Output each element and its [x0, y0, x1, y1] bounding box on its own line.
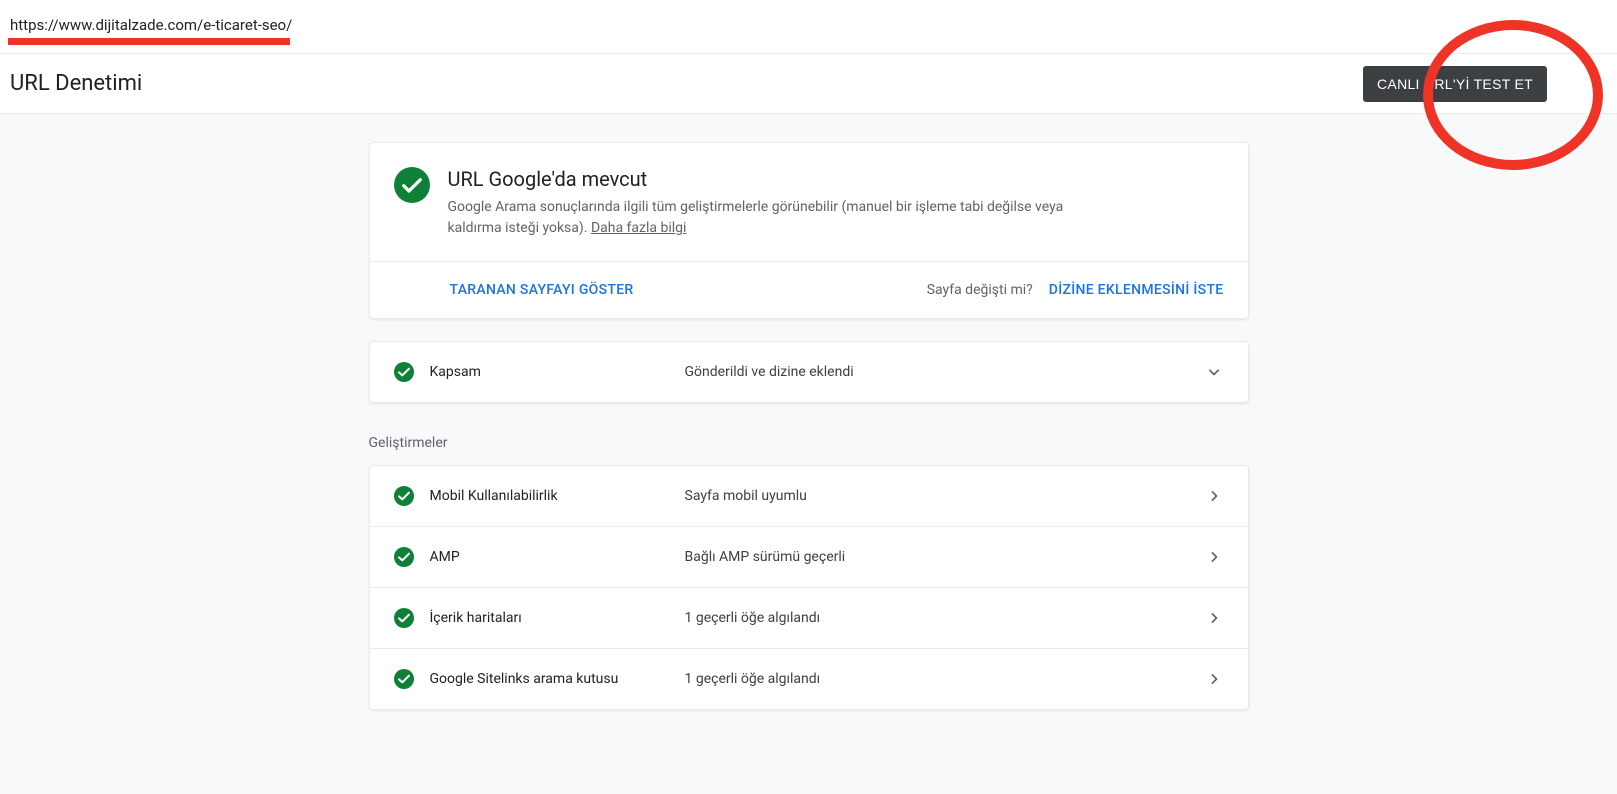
coverage-card[interactable]: Kapsam Gönderildi ve dizine eklendi: [369, 341, 1249, 403]
status-text-block: URL Google'da mevcut Google Arama sonuçl…: [448, 167, 1088, 239]
page-changed-label: Sayfa değişti mi?: [927, 282, 1033, 298]
status-card: URL Google'da mevcut Google Arama sonuçl…: [369, 142, 1249, 319]
status-card-top: URL Google'da mevcut Google Arama sonuçl…: [370, 143, 1248, 261]
enhancement-value: Sayfa mobil uyumlu: [685, 488, 1204, 504]
test-live-url-button[interactable]: CANLI URL'Yİ TEST ET: [1363, 66, 1547, 102]
enhancement-label: AMP: [430, 549, 685, 565]
enhancements-section-label: Geliştirmeler: [369, 435, 1249, 451]
enhancement-label: İçerik haritaları: [430, 610, 685, 626]
status-description: Google Arama sonuçlarında ilgili tüm gel…: [448, 197, 1088, 239]
status-card-actions: TARANAN SAYFAYI GÖSTER Sayfa değişti mi?…: [370, 261, 1248, 318]
enhancement-row[interactable]: AMP Bağlı AMP sürümü geçerli: [370, 526, 1248, 587]
coverage-label: Kapsam: [430, 364, 685, 380]
check-circle-icon: [394, 362, 414, 382]
request-indexing-button[interactable]: DİZİNE EKLENMESİNİ İSTE: [1049, 282, 1224, 298]
status-description-text: Google Arama sonuçlarında ilgili tüm gel…: [448, 199, 1064, 236]
content-area: URL Google'da mevcut Google Arama sonuçl…: [0, 114, 1617, 794]
coverage-row[interactable]: Kapsam Gönderildi ve dizine eklendi: [370, 342, 1248, 402]
enhancement-row[interactable]: Google Sitelinks arama kutusu 1 geçerli …: [370, 648, 1248, 709]
enhancement-value: 1 geçerli öğe algılandı: [685, 671, 1204, 687]
chevron-right-icon: [1204, 669, 1224, 689]
enhancement-row[interactable]: Mobil Kullanılabilirlik Sayfa mobil uyum…: [370, 466, 1248, 526]
check-circle-icon: [394, 608, 414, 628]
enhancement-value: 1 geçerli öğe algılandı: [685, 610, 1204, 626]
chevron-right-icon: [1204, 547, 1224, 567]
inspected-url[interactable]: https://www.dijitalzade.com/e-ticaret-se…: [10, 16, 292, 34]
chevron-right-icon: [1204, 608, 1224, 628]
page-header: URL Denetimi CANLI URL'Yİ TEST ET: [0, 54, 1617, 114]
enhancement-row[interactable]: İçerik haritaları 1 geçerli öğe algıland…: [370, 587, 1248, 648]
annotation-underline: [8, 38, 290, 45]
check-circle-icon: [394, 669, 414, 689]
check-circle-icon: [394, 486, 414, 506]
status-card-actions-right: Sayfa değişti mi? DİZİNE EKLENMESİNİ İST…: [927, 282, 1224, 298]
chevron-down-icon: [1204, 362, 1224, 382]
view-crawled-page-button[interactable]: TARANAN SAYFAYI GÖSTER: [450, 282, 634, 298]
enhancement-value: Bağlı AMP sürümü geçerli: [685, 549, 1204, 565]
enhancement-label: Mobil Kullanılabilirlik: [430, 488, 685, 504]
check-circle-icon: [394, 547, 414, 567]
check-circle-icon: [394, 167, 430, 203]
chevron-right-icon: [1204, 486, 1224, 506]
page-title: URL Denetimi: [10, 71, 142, 96]
enhancement-label: Google Sitelinks arama kutusu: [430, 671, 685, 687]
status-title: URL Google'da mevcut: [448, 167, 1088, 191]
learn-more-link[interactable]: Daha fazla bilgi: [591, 220, 686, 236]
coverage-value: Gönderildi ve dizine eklendi: [685, 364, 1204, 380]
top-url-bar: https://www.dijitalzade.com/e-ticaret-se…: [0, 0, 1617, 54]
enhancements-card: Mobil Kullanılabilirlik Sayfa mobil uyum…: [369, 465, 1249, 710]
